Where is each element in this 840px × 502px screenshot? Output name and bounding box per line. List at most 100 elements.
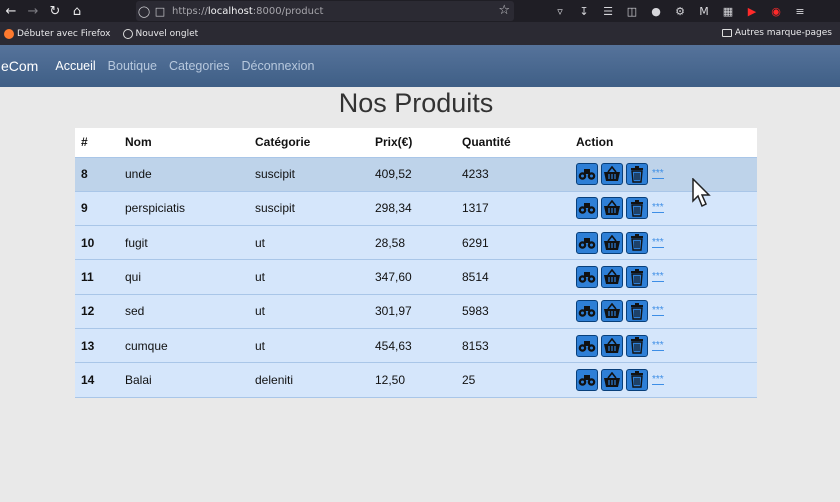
cell-nom: qui (119, 259, 249, 295)
browser-toolbar: ← → ↻ ⌂ ◯ □ https://localhost:8000/produ… (0, 0, 840, 22)
view-button[interactable] (576, 231, 598, 254)
shield-icon[interactable]: ◯ (136, 5, 152, 18)
header-categorie: Catégorie (249, 128, 369, 157)
cell-prix: 301,97 (369, 293, 456, 329)
trash-icon (630, 199, 644, 217)
account-icon[interactable]: ● (644, 5, 668, 18)
view-icon (578, 304, 596, 318)
more-link[interactable]: *** (652, 237, 664, 248)
table-row: 9 perspiciatis suscipit 298,34 1317 *** (75, 190, 757, 226)
pocket-icon[interactable]: ▿ (548, 5, 572, 18)
delete-button[interactable] (626, 300, 648, 323)
add-to-basket-button[interactable] (601, 368, 623, 391)
cell-nom: unde (119, 156, 249, 192)
delete-button[interactable] (626, 231, 648, 254)
more-link[interactable]: *** (652, 169, 664, 180)
forward-icon[interactable]: → (22, 0, 44, 22)
globe-icon (122, 28, 133, 39)
basket-icon (603, 303, 621, 319)
bookmark-firefox[interactable]: Débuter avec Firefox (4, 28, 111, 39)
nav-link-accueil[interactable]: Accueil (55, 59, 95, 73)
add-to-basket-button[interactable] (601, 163, 623, 186)
bookmarks-bar: Débuter avec Firefox Nouvel onglet Autre… (0, 22, 840, 45)
header-id: # (75, 128, 119, 157)
view-icon (578, 270, 596, 284)
cell-action: *** (570, 327, 757, 363)
cell-id: 8 (75, 156, 119, 192)
lock-icon[interactable]: □ (152, 5, 168, 18)
basket-icon (603, 269, 621, 285)
table-row: 11 qui ut 347,60 8514 *** (75, 259, 757, 295)
cell-prix: 347,60 (369, 259, 456, 295)
delete-button[interactable] (626, 163, 648, 186)
mouse-cursor-icon (692, 178, 711, 208)
view-button[interactable] (576, 334, 598, 357)
url-path: :8000/product (252, 5, 324, 17)
cell-prix: 12,50 (369, 362, 456, 398)
view-button[interactable] (576, 197, 598, 220)
view-icon (578, 167, 596, 181)
brand-logo[interactable]: eCom (1, 58, 38, 74)
cell-action: *** (570, 225, 757, 260)
url-prefix: https:// (172, 5, 208, 17)
view-button[interactable] (576, 163, 598, 186)
folder-icon (721, 29, 732, 37)
url-text[interactable]: https://localhost:8000/product (172, 6, 323, 17)
trash-icon (630, 302, 644, 320)
basket-icon (603, 337, 621, 354)
delete-button[interactable] (626, 334, 648, 357)
add-to-basket-button[interactable] (601, 300, 623, 323)
delete-button[interactable] (626, 368, 648, 391)
cell-quantite: 4233 (456, 156, 570, 192)
cell-id: 11 (75, 259, 119, 295)
add-to-basket-button[interactable] (601, 266, 623, 289)
url-host: localhost (207, 5, 253, 17)
bookmark-new-tab[interactable]: Nouvel onglet (122, 28, 198, 39)
view-button[interactable] (576, 368, 598, 391)
view-button[interactable] (576, 300, 598, 323)
bookmark-star-icon[interactable]: ☆ (498, 3, 510, 18)
view-button[interactable] (576, 266, 598, 289)
nav-link-boutique[interactable]: Boutique (108, 59, 157, 73)
library-icon[interactable]: ☰ (596, 5, 620, 18)
add-to-basket-button[interactable] (601, 197, 623, 220)
add-to-basket-button[interactable] (601, 334, 623, 357)
toolbar-extensions: ▿ ↧ ☰ ◫ ● ⚙ M ▦ ▶ ◉ ≡ (548, 0, 812, 22)
extension-red-icon[interactable]: ◉ (764, 5, 788, 18)
cell-nom: perspiciatis (119, 190, 249, 226)
more-link[interactable]: *** (652, 374, 664, 385)
page-title: Nos Produits (338, 88, 494, 118)
menu-icon[interactable]: ≡ (788, 5, 812, 18)
header-prix: Prix(€) (369, 128, 456, 157)
extensions-puzzle-icon[interactable]: ▦ (716, 5, 740, 18)
action-buttons: *** (576, 334, 757, 357)
cell-categorie: deleniti (249, 362, 369, 398)
more-link[interactable]: *** (652, 306, 664, 317)
cell-action: *** (570, 362, 757, 398)
other-bookmarks[interactable]: Autres marque-pages (721, 28, 832, 38)
url-bar[interactable]: ◯ □ https://localhost:8000/product ☆ (136, 1, 514, 21)
sidebar-icon[interactable]: ◫ (620, 5, 644, 18)
delete-button[interactable] (626, 197, 648, 220)
extension-m-icon[interactable]: M (692, 5, 716, 18)
more-link[interactable]: *** (652, 340, 664, 351)
reload-icon[interactable]: ↻ (44, 0, 66, 22)
basket-icon (603, 371, 621, 388)
downloads-icon[interactable]: ↧ (572, 5, 596, 18)
cell-nom: cumque (119, 327, 249, 363)
extension-gear-icon[interactable]: ⚙ (668, 5, 692, 18)
table-row: 8 unde suscipit 409,52 4233 *** (75, 156, 757, 192)
nav-link-categories[interactable]: Categories (169, 59, 229, 73)
trash-icon (630, 234, 644, 251)
delete-button[interactable] (626, 266, 648, 289)
youtube-icon[interactable]: ▶ (740, 5, 764, 18)
home-icon[interactable]: ⌂ (66, 0, 88, 22)
add-to-basket-button[interactable] (601, 231, 623, 254)
more-link[interactable]: *** (652, 203, 664, 214)
cell-categorie: ut (249, 259, 369, 295)
trash-icon (630, 268, 644, 286)
nav-link-deconnexion[interactable]: Déconnexion (241, 59, 314, 73)
app-navbar: eCom Accueil Boutique Categories Déconne… (0, 45, 840, 87)
back-icon[interactable]: ← (0, 0, 22, 22)
more-link[interactable]: *** (652, 272, 664, 283)
